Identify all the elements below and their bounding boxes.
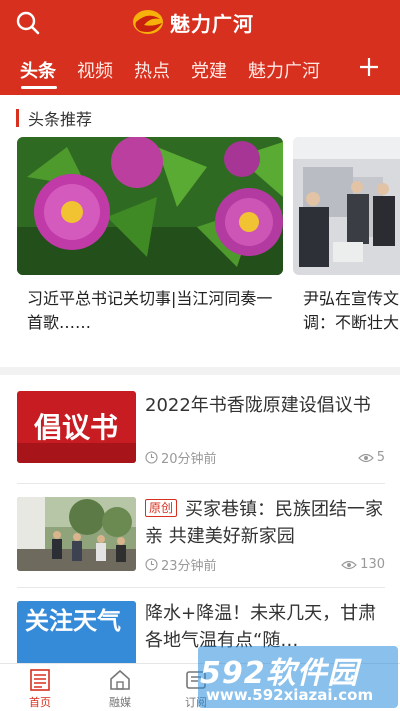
featured-card[interactable]: 习近平总书记关切事|当江河同奏一首歌…… 2022-04-22 22: [17, 137, 283, 394]
home-icon: [110, 669, 130, 690]
list-item-title: 2022年书香陇原建设倡议书: [145, 395, 371, 416]
active-tab-indicator: [21, 86, 57, 89]
app-title: 魅力广河: [170, 11, 254, 36]
list-item[interactable]: 倡议书 2022年书香陇原建设倡议书 20分钟前 5: [0, 375, 400, 485]
tab-guanghe[interactable]: 魅力广河: [248, 57, 320, 83]
list-item-meta: 20分钟前 5: [145, 448, 385, 467]
logo-icon: [133, 10, 163, 34]
news-list: 倡议书 2022年书香陇原建设倡议书 20分钟前 5 原创 买家巷镇：民族团结一…: [0, 375, 400, 665]
watermark-url: www.592xiazai.com: [206, 686, 374, 704]
tab-hot[interactable]: 热点: [134, 57, 170, 83]
nav-media[interactable]: 融媒: [90, 668, 150, 710]
tab-video[interactable]: 视频: [77, 57, 113, 83]
list-item-title: 原创 买家巷镇：民族团结一家亲 共建美好新家园: [145, 496, 385, 550]
tab-party[interactable]: 党建: [191, 57, 227, 83]
list-item-time: 23分钟前: [161, 559, 217, 574]
top-bar: 魅力广河: [0, 0, 400, 45]
thumb-text: 倡议书: [34, 411, 118, 444]
card-title: 习近平总书记关切事|当江河同奏一首歌……: [27, 289, 273, 332]
app-logo: 魅力广河: [132, 6, 254, 38]
list-item-meta: 23分钟前 130: [145, 555, 385, 574]
list-item-time: 20分钟前: [161, 452, 217, 467]
nav-home[interactable]: 首页: [10, 668, 70, 710]
nav-label: 融媒: [109, 696, 131, 709]
clock-icon: [145, 451, 158, 464]
village-thumbnail: [17, 497, 136, 571]
section-header: 头条推荐: [16, 108, 93, 129]
list-item-title-text: 买家巷镇：民族团结一家亲 共建美好新家园: [145, 499, 384, 547]
eye-icon: [357, 453, 374, 462]
news-icon: [30, 669, 50, 691]
weather-thumbnail: 关注天气: [17, 601, 136, 665]
meeting-image: [293, 137, 400, 275]
eye-icon: [341, 560, 358, 569]
original-badge: 原创: [145, 499, 178, 517]
section-title: 头条推荐: [28, 110, 93, 129]
channel-tabs: 头条 视频 热点 党建 魅力广河: [0, 52, 400, 92]
featured-section: 头条推荐 习近平总书记关切事|当江河同奏一首歌…… 尹弘在宣传文调：不断壮大: [0, 95, 400, 394]
card-title: 尹弘在宣传文调：不断壮大: [303, 289, 400, 332]
list-divider: [17, 483, 385, 484]
clock-icon: [145, 558, 158, 571]
thumb-text: 关注天气: [25, 607, 121, 635]
list-item-views: 130: [360, 557, 385, 572]
peony-image: [17, 137, 283, 275]
proposal-thumbnail: 倡议书: [17, 391, 136, 463]
search-icon[interactable]: [14, 9, 42, 37]
nav-label: 首页: [29, 696, 51, 709]
list-item[interactable]: 原创 买家巷镇：民族团结一家亲 共建美好新家园 23分钟前 130: [0, 485, 400, 595]
tab-headline[interactable]: 头条: [20, 57, 56, 83]
section-marker: [16, 109, 19, 127]
list-item-views: 5: [376, 450, 385, 465]
plus-icon[interactable]: [356, 54, 382, 80]
app-header: 魅力广河 头条 视频 热点 党建 魅力广河: [0, 0, 400, 95]
site-watermark: 592软件园 www.592xiazai.com: [198, 646, 398, 708]
list-divider: [17, 587, 385, 588]
featured-card[interactable]: 尹弘在宣传文调：不断壮大 2022-04-22: [293, 137, 400, 365]
